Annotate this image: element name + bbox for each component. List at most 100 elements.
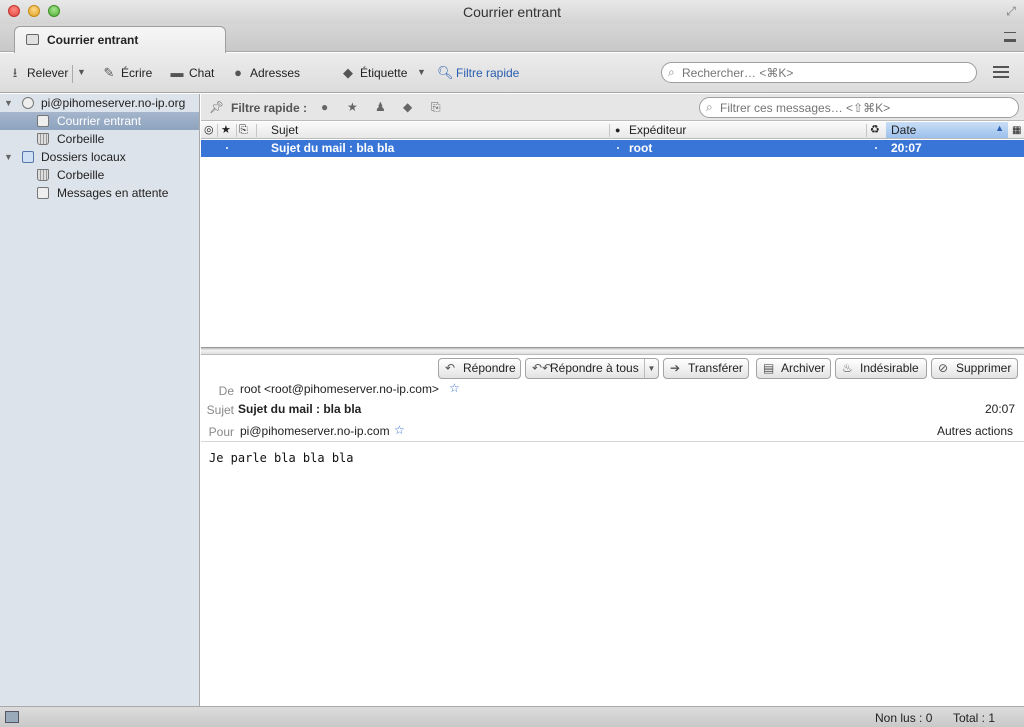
delete-label: Supprimer — [956, 361, 1012, 375]
junk-column-icon[interactable]: ♻ — [870, 123, 880, 138]
column-separator — [236, 124, 237, 137]
read-status-column-icon[interactable]: ● — [615, 123, 620, 138]
download-icon: ⭳ — [12, 65, 18, 80]
to-label: Pour — [208, 425, 234, 439]
global-search-input[interactable] — [682, 65, 972, 80]
get-mail-dropdown-icon[interactable]: ▼ — [77, 67, 86, 77]
folder-label: Messages en attente — [57, 186, 169, 200]
attachment-filter-icon[interactable]: ⎘ — [431, 100, 441, 115]
contact-filter-icon[interactable]: ♟ — [375, 100, 386, 114]
reply-all-dropdown-icon[interactable]: ▼ — [644, 359, 658, 378]
reply-arrow-icon: ↶ — [445, 361, 456, 375]
reply-button[interactable]: ↶ Répondre — [438, 358, 521, 379]
quick-filter-bar-label: Filtre rapide : — [231, 101, 308, 115]
column-separator — [256, 124, 257, 137]
star-icon[interactable]: ☆ — [449, 381, 460, 395]
write-button[interactable]: ✎ Écrire — [102, 64, 153, 82]
delete-button[interactable]: ⊘ Supprimer — [931, 358, 1018, 379]
archive-label: Archiver — [781, 361, 826, 375]
expand-twisty-icon[interactable]: ▼ — [4, 94, 13, 112]
read-status-dot-icon[interactable] — [617, 147, 619, 149]
tag-dropdown-icon[interactable]: ▼ — [417, 67, 426, 77]
tab-list-icon[interactable] — [1004, 32, 1016, 42]
message-time: 20:07 — [984, 402, 1015, 416]
from-address[interactable]: root <root@pihomeserver.no-ip.com> — [240, 382, 439, 396]
folder-outbox[interactable]: Messages en attente — [0, 184, 199, 202]
junk-button[interactable]: ♨ Indésirable — [835, 358, 927, 379]
tag-icon: ◆ — [343, 65, 353, 80]
message-header: ↶ Répondre ↶↶ Répondre à tous ▼ ➔ Transf… — [201, 355, 1024, 442]
unread-filter-icon[interactable]: ● — [321, 100, 328, 114]
title-bar: Courrier entrant ⤢ — [0, 0, 1024, 24]
trash-icon — [37, 133, 49, 145]
forward-button[interactable]: ➔ Transférer — [663, 358, 749, 379]
thread-list: Sujet du mail : bla bla root 20:07 — [201, 140, 1024, 347]
folder-pane: ▼ pi@pihomeserver.no-ip.org Courrier ent… — [0, 94, 200, 706]
filter-messages-input[interactable] — [720, 100, 1015, 115]
column-subject[interactable]: Sujet — [271, 123, 298, 138]
junk-label: Indésirable — [860, 361, 919, 375]
person-icon: ● — [234, 65, 242, 80]
star-column-icon[interactable]: ★ — [221, 123, 231, 138]
network-status-icon[interactable] — [5, 711, 19, 723]
message-subject-header: Sujet du mail : bla bla — [238, 402, 362, 416]
archive-button[interactable]: ▤ Archiver — [756, 358, 831, 379]
column-picker-icon[interactable]: ▦ — [1012, 123, 1021, 138]
window-title: Courrier entrant — [462, 4, 562, 20]
folder-trash[interactable]: Corbeille — [0, 130, 199, 148]
tab-strip: Courrier entrant — [0, 24, 1024, 53]
reply-all-label: Répondre à tous — [550, 361, 639, 375]
fullscreen-icon[interactable]: ⤢ — [1004, 4, 1018, 18]
folder-label: Dossiers locaux — [41, 150, 126, 164]
thread-column-header: ◎ ★ ⎘ Sujet ● Expéditeur ♻ Date ▲ ▦ — [201, 122, 1024, 139]
outbox-icon — [37, 187, 49, 199]
expand-twisty-icon[interactable]: ▼ — [4, 148, 13, 166]
quick-filter-button[interactable]: 🔍︎ Filtre rapide — [437, 64, 519, 82]
global-search-box[interactable]: ⌕ — [661, 62, 977, 83]
unread-count: Non lus : 0 — [875, 711, 933, 725]
search-icon: ⌕ — [668, 65, 675, 79]
trash-icon — [37, 169, 49, 181]
folder-local-trash[interactable]: Corbeille — [0, 166, 199, 184]
message-subject: Sujet du mail : bla bla — [271, 141, 395, 155]
server-icon — [22, 97, 34, 109]
address-book-label: Adresses — [250, 66, 301, 80]
app-menu-icon[interactable] — [993, 66, 1009, 78]
starred-filter-icon[interactable]: ★ — [347, 100, 358, 114]
delete-circle-icon: ⊘ — [938, 361, 949, 375]
tag-filter-icon[interactable]: ◆ — [403, 100, 412, 114]
reply-all-button[interactable]: ↶↶ Répondre à tous ▼ — [525, 358, 659, 379]
message-body: Je parle bla bla bla — [201, 443, 1024, 706]
folder-label: pi@pihomeserver.no-ip.org — [41, 96, 186, 110]
folder-local[interactable]: ▼ Dossiers locaux — [0, 148, 199, 166]
attachment-column-icon[interactable]: ⎘ — [239, 123, 248, 138]
column-separator — [217, 124, 218, 137]
computer-icon — [22, 151, 34, 163]
junk-status-dot-icon[interactable] — [875, 147, 877, 149]
thread-column-icon[interactable]: ◎ — [204, 123, 214, 138]
pane-splitter[interactable] — [201, 347, 1024, 355]
table-row[interactable]: Sujet du mail : bla bla root 20:07 — [201, 140, 1024, 157]
folder-label: Courrier entrant — [57, 114, 142, 128]
to-address[interactable]: pi@pihomeserver.no-ip.com — [240, 424, 390, 438]
star-icon[interactable]: ☆ — [394, 423, 405, 437]
other-actions-button[interactable]: Autres actions — [937, 424, 1013, 438]
reply-label: Répondre — [463, 361, 516, 375]
tag-button[interactable]: ◆ Étiquette — [341, 64, 407, 82]
quick-filter-label: Filtre rapide — [456, 66, 520, 80]
address-book-button[interactable]: ● Adresses — [231, 64, 300, 82]
pin-icon[interactable]: 📌︎ — [209, 100, 224, 114]
tab-inbox[interactable]: Courrier entrant — [14, 26, 226, 53]
get-mail-button[interactable]: ⭳ Relever — [8, 64, 69, 82]
subject-label: Sujet — [206, 403, 234, 417]
column-sender[interactable]: Expéditeur — [629, 123, 686, 138]
filter-messages-box[interactable]: ⌕ — [699, 97, 1019, 118]
forward-label: Transférer — [688, 361, 743, 375]
folder-label: Corbeille — [57, 168, 105, 182]
column-date[interactable]: Date ▲ — [886, 122, 1008, 138]
folder-account[interactable]: ▼ pi@pihomeserver.no-ip.org — [0, 94, 199, 112]
message-body-text: Je parle bla bla bla — [209, 451, 354, 465]
chat-button[interactable]: ▬ Chat — [170, 64, 215, 82]
pencil-icon: ✎ — [103, 65, 115, 80]
folder-inbox[interactable]: Courrier entrant — [0, 112, 199, 130]
